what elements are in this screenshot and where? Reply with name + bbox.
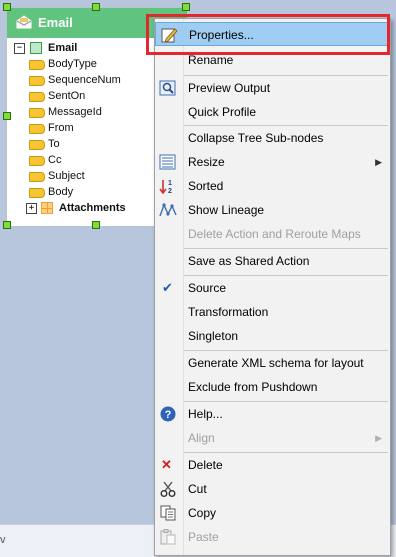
tree-item-label: Subject — [48, 170, 85, 182]
menu-item-quick-profile[interactable]: Quick Profile — [155, 100, 390, 124]
node-title: Email — [38, 15, 73, 30]
preview-icon — [159, 80, 176, 96]
menu-item-help[interactable]: ? Help... — [155, 402, 390, 426]
attribute-icon — [29, 156, 45, 166]
menu-item-label: Sorted — [188, 179, 224, 193]
element-icon — [30, 42, 42, 54]
collection-icon — [41, 202, 53, 214]
menu-item-label: Delete Action and Reroute Maps — [188, 227, 361, 241]
tree-item-label: To — [48, 138, 60, 150]
menu-item-label: Resize — [188, 155, 225, 169]
attribute-icon — [29, 188, 45, 198]
copy-icon — [160, 505, 176, 521]
tree-item-label: BodyType — [48, 58, 97, 70]
resize-handle[interactable] — [92, 3, 100, 11]
menu-item-singleton[interactable]: Singleton — [155, 324, 390, 348]
menu-item-label: Rename — [188, 53, 234, 67]
tree-item-label: Body — [48, 186, 74, 198]
menu-item-label: Help... — [188, 407, 223, 421]
menu-item-label: Save as Shared Action — [188, 254, 310, 268]
menu-item-delete[interactable]: ✕ Delete — [155, 453, 390, 477]
resize-handle[interactable] — [182, 3, 190, 11]
cut-icon — [160, 481, 176, 497]
svg-text:?: ? — [165, 409, 172, 421]
menu-item-label: Copy — [188, 506, 217, 520]
svg-text:2: 2 — [168, 188, 172, 194]
menu-item-transformation[interactable]: Transformation — [155, 300, 390, 324]
submenu-arrow-icon: ▶ — [375, 433, 382, 443]
menu-item-source[interactable]: ✔ Source — [155, 276, 390, 300]
menu-item-label: Quick Profile — [188, 105, 257, 119]
menu-item-generate-xml-schema[interactable]: Generate XML schema for layout — [155, 351, 390, 375]
attribute-icon — [29, 124, 45, 134]
menu-item-preview-output[interactable]: Preview Output — [155, 76, 390, 100]
menu-item-label: Transformation — [188, 305, 269, 319]
menu-item-properties[interactable]: Properties... — [155, 22, 390, 46]
menu-item-label: Paste — [188, 530, 219, 544]
check-icon: ✔ — [162, 280, 173, 295]
menu-item-copy[interactable]: Copy — [155, 501, 390, 525]
resize-handle[interactable] — [92, 221, 100, 229]
menu-item-show-lineage[interactable]: Show Lineage — [155, 198, 390, 222]
menu-item-label: Cut — [188, 482, 207, 496]
resize-handle[interactable] — [3, 112, 11, 120]
attribute-icon — [29, 140, 45, 150]
menu-item-label: Delete — [188, 458, 223, 472]
attribute-icon — [29, 92, 45, 102]
svg-text:1: 1 — [168, 180, 172, 187]
menu-item-collapse-tree[interactable]: Collapse Tree Sub-nodes — [155, 126, 390, 150]
status-text: v — [0, 534, 6, 546]
menu-item-label: Generate XML schema for layout — [188, 356, 364, 370]
menu-item-label: Show Lineage — [188, 203, 265, 217]
menu-item-label: Source — [188, 281, 227, 295]
tree-item-label: MessageId — [48, 106, 102, 118]
attribute-icon — [29, 172, 45, 182]
collapse-toggle-icon[interactable]: − — [14, 43, 25, 54]
tree-item-label: SequenceNum — [48, 74, 121, 86]
menu-item-exclude-pushdown[interactable]: Exclude from Pushdown — [155, 375, 390, 399]
menu-item-sorted[interactable]: 1 2 Sorted — [155, 174, 390, 198]
attribute-icon — [29, 108, 45, 118]
menu-item-label: Preview Output — [188, 81, 271, 95]
menu-item-label: Properties... — [189, 28, 254, 42]
resize-icon — [159, 154, 176, 170]
menu-item-align[interactable]: Align ▶ — [155, 426, 390, 450]
tree-root-label: Email — [48, 42, 78, 54]
menu-item-delete-action[interactable]: Delete Action and Reroute Maps — [155, 222, 390, 246]
lineage-icon — [159, 203, 177, 217]
sort-icon: 1 2 — [159, 180, 172, 194]
menu-item-label: Singleton — [188, 329, 239, 343]
menu-item-label: Exclude from Pushdown — [188, 380, 318, 394]
tree-item-label: Cc — [48, 154, 62, 166]
submenu-arrow-icon: ▶ — [375, 157, 382, 167]
help-icon: ? — [160, 406, 176, 422]
tree-item-label: SentOn — [48, 90, 86, 102]
envelope-icon — [16, 15, 32, 29]
menu-item-label: Align — [188, 431, 215, 445]
attribute-icon — [29, 76, 45, 86]
context-menu: Properties... Rename Preview Output Quic… — [154, 18, 391, 556]
attribute-icon — [29, 60, 45, 70]
menu-item-resize[interactable]: Resize ▶ — [155, 150, 390, 174]
menu-item-paste[interactable]: Paste — [155, 525, 390, 549]
resize-handle[interactable] — [3, 221, 11, 229]
resize-handle[interactable] — [3, 3, 11, 11]
menu-item-label: Collapse Tree Sub-nodes — [188, 131, 324, 145]
delete-icon: ✕ — [161, 457, 172, 472]
tree-collection-label: Attachments — [59, 202, 126, 214]
menu-item-cut[interactable]: Cut — [155, 477, 390, 501]
paste-icon — [160, 529, 176, 545]
tree-item-label: From — [48, 122, 74, 134]
properties-icon — [161, 28, 178, 43]
menu-item-save-shared-action[interactable]: Save as Shared Action — [155, 249, 390, 273]
menu-item-rename[interactable]: Rename — [155, 48, 390, 72]
expand-toggle-icon[interactable]: + — [26, 203, 37, 214]
